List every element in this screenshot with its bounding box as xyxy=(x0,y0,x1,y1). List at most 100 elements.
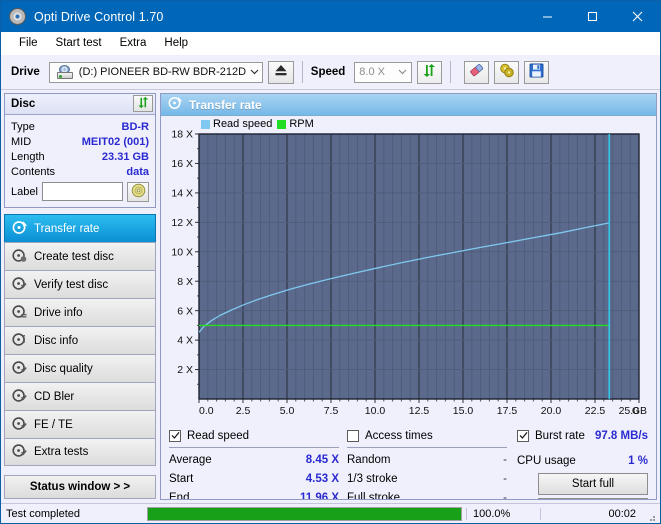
start-full-button[interactable]: Start full xyxy=(538,473,648,495)
svg-text:22.5: 22.5 xyxy=(585,405,606,417)
disc-mid-label: MID xyxy=(11,136,31,148)
discs-icon xyxy=(499,63,515,81)
stats-area: Read speed Average 8.45 X Start 4.53 X E… xyxy=(161,421,656,500)
sidebar-item-label: Drive info xyxy=(34,307,83,319)
read-speed-label: Read speed xyxy=(187,430,249,442)
drive-select-value: (D:) PIONEER BD-RW BDR-212D 1.00 xyxy=(79,66,247,78)
title-bar: Opti Drive Control 1.70 xyxy=(1,1,660,32)
sidebar-item-verify-test-disc[interactable]: Verify test disc xyxy=(4,270,156,298)
sidebar-item-cd-bler[interactable]: CD Bler xyxy=(4,382,156,410)
stat-label: Average xyxy=(169,454,212,466)
drive-select[interactable]: (D:) PIONEER BD-RW BDR-212D 1.00 xyxy=(49,62,263,83)
burst-rate-value: 97.8 MB/s xyxy=(595,430,648,442)
verify-disc-icon xyxy=(12,276,27,294)
disc-label-button[interactable] xyxy=(127,182,149,202)
eject-icon xyxy=(274,64,288,80)
access-times-label: Access times xyxy=(365,430,433,442)
sidebar-item-label: Create test disc xyxy=(34,251,114,263)
menu-start-test[interactable]: Start test xyxy=(47,35,111,51)
save-button[interactable] xyxy=(524,61,549,84)
resize-grip[interactable] xyxy=(644,507,658,521)
svg-text:17.5: 17.5 xyxy=(497,405,518,417)
stat-average: Average 8.45 X xyxy=(169,450,339,469)
toolbar: Drive (D:) PIONEER BD-RW BDR-212D 1.00 xyxy=(1,55,660,90)
menu-file[interactable]: File xyxy=(10,35,47,51)
disc-panel: Disc Type BD-R xyxy=(4,93,156,208)
disc-row-length: Length 23.31 GB xyxy=(11,149,149,164)
drive-label: Drive xyxy=(11,66,40,78)
stats-burst-column: Burst rate 97.8 MB/s CPU usage 1 % Start… xyxy=(517,427,648,500)
sidebar-item-drive-info[interactable]: Drive info xyxy=(4,298,156,326)
stat-start: Start 4.53 X xyxy=(169,469,339,488)
svg-text:2 X: 2 X xyxy=(177,364,193,376)
legend-swatch xyxy=(201,120,210,129)
sidebar-item-create-test-disc[interactable]: Create test disc xyxy=(4,242,156,270)
svg-text:16 X: 16 X xyxy=(171,158,193,170)
fe-te-icon xyxy=(12,416,27,434)
sidebar-item-label: Transfer rate xyxy=(34,223,99,235)
chevron-down-icon xyxy=(247,63,262,82)
read-speed-checkbox-row[interactable]: Read speed xyxy=(169,427,339,444)
stat-value: 4.53 X xyxy=(306,473,339,485)
disc-quality-icon xyxy=(12,360,27,378)
menu-help[interactable]: Help xyxy=(155,35,197,51)
burst-rate-checkbox-row[interactable]: Burst rate 97.8 MB/s xyxy=(517,427,648,444)
eraser-icon xyxy=(469,63,485,81)
sidebar-item-fe-te[interactable]: FE / TE xyxy=(4,410,156,438)
disc-length-label: Length xyxy=(11,151,45,163)
eject-button[interactable] xyxy=(268,61,294,84)
sidebar-item-disc-quality[interactable]: Disc quality xyxy=(4,354,156,382)
speed-label: Speed xyxy=(311,66,346,78)
svg-text:20.0: 20.0 xyxy=(541,405,562,417)
progress-bar xyxy=(147,507,462,521)
status-message: Test completed xyxy=(1,508,143,520)
toolbar-separator-1 xyxy=(302,61,303,83)
close-button[interactable] xyxy=(615,1,660,32)
svg-text:12.5: 12.5 xyxy=(409,405,430,417)
sidebar-nav: Transfer rate Create test disc xyxy=(4,214,156,466)
sidebar-item-transfer-rate[interactable]: Transfer rate xyxy=(4,214,156,242)
disc-refresh-button[interactable] xyxy=(133,95,153,112)
clear-results-button[interactable] xyxy=(464,61,489,84)
sidebar-item-label: Disc quality xyxy=(34,363,93,375)
read-speed-checkbox[interactable] xyxy=(169,430,181,442)
window-controls xyxy=(525,1,660,32)
svg-text:4 X: 4 X xyxy=(177,335,193,347)
stats-read-speed-column: Read speed Average 8.45 X Start 4.53 X E… xyxy=(169,427,339,500)
disc-contents-value: data xyxy=(126,166,149,178)
create-disc-icon xyxy=(12,248,27,266)
stat-value: - xyxy=(503,454,507,466)
access-times-checkbox-row[interactable]: Access times xyxy=(347,427,507,444)
disc-panel-title: Disc xyxy=(11,98,35,110)
menu-bar: File Start test Extra Help xyxy=(1,32,660,55)
menu-extra[interactable]: Extra xyxy=(111,35,156,51)
svg-text:5.0: 5.0 xyxy=(280,405,295,417)
speed-select[interactable]: 8.0 X xyxy=(354,62,412,83)
svg-text:8 X: 8 X xyxy=(177,276,193,288)
sidebar-item-label: Verify test disc xyxy=(34,279,108,291)
chart-container: Read speed RPM 2 X4 X6 X8 X10 X12 X14 X1… xyxy=(161,116,656,421)
start-part-button[interactable]: Start part xyxy=(538,498,648,500)
cd-bler-icon xyxy=(12,388,27,406)
panel-header: Transfer rate xyxy=(161,94,656,116)
sidebar-item-extra-tests[interactable]: Extra tests xyxy=(4,438,156,466)
disc-label-input[interactable] xyxy=(42,182,123,201)
stat-value: 1 % xyxy=(592,455,648,467)
burst-rate-checkbox[interactable] xyxy=(517,430,529,442)
disc-label-row: Label xyxy=(11,181,149,202)
body: Disc Type BD-R xyxy=(1,90,660,503)
access-times-checkbox[interactable] xyxy=(347,430,359,442)
stat-end: End 11.96 X xyxy=(169,488,339,500)
refresh-drive-button[interactable] xyxy=(417,61,442,84)
svg-text:10 X: 10 X xyxy=(171,246,193,258)
toolbar-separator-2 xyxy=(450,61,451,83)
sidebar-item-disc-info[interactable]: Disc info xyxy=(4,326,156,354)
transfer-rate-chart: 2 X4 X6 X8 X10 X12 X14 X16 X18 X0.02.55.… xyxy=(165,118,649,421)
tools-button[interactable] xyxy=(494,61,519,84)
minimize-button[interactable] xyxy=(525,1,570,32)
svg-text:GB: GB xyxy=(632,405,647,417)
burst-rate-label: Burst rate xyxy=(535,430,585,442)
status-window-button[interactable]: Status window > > xyxy=(4,475,156,499)
maximize-button[interactable] xyxy=(570,1,615,32)
svg-text:10.0: 10.0 xyxy=(365,405,386,417)
